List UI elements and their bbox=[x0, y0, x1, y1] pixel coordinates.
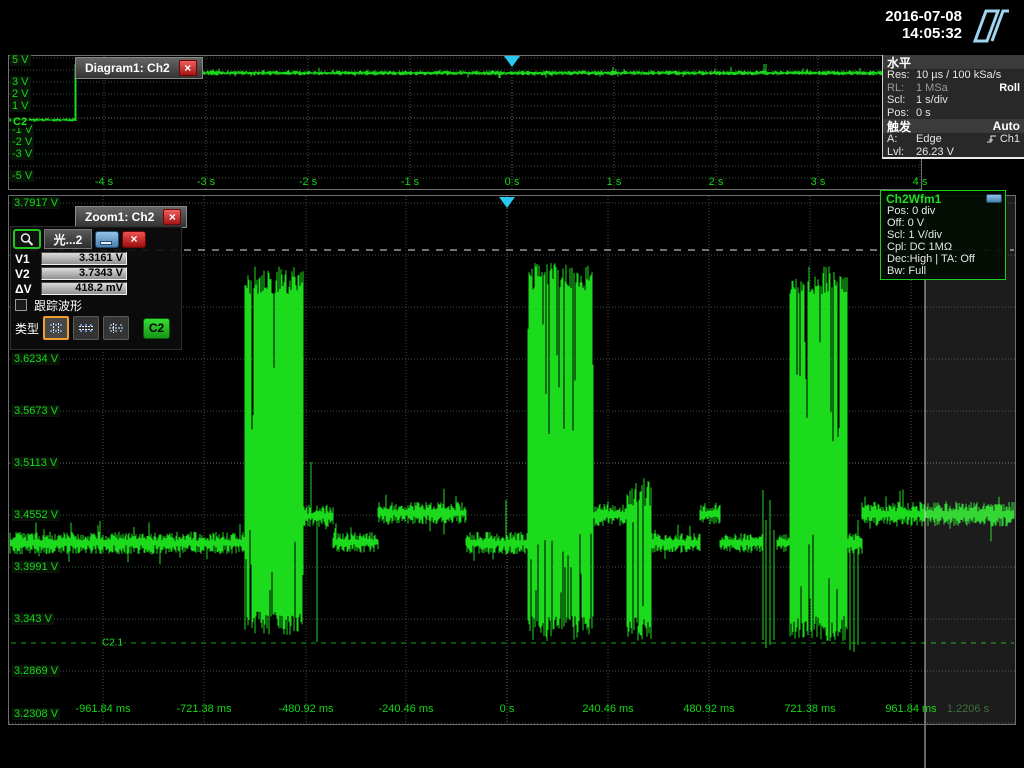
scale-row[interactable]: Scl: 1 s/div bbox=[883, 94, 1024, 107]
channel-badge-c2[interactable]: C2 bbox=[11, 116, 30, 128]
minimize-icon bbox=[100, 240, 112, 245]
trigger-title: 触发 bbox=[887, 119, 912, 134]
scl-value: 1 s/div bbox=[916, 94, 948, 107]
tab-zoom1[interactable]: Zoom1: Ch2 × bbox=[75, 206, 188, 228]
track-waveform-row: 跟踪波形 bbox=[11, 296, 181, 314]
horizontal-trigger-panel: 水平 Res: 10 µs / 100 kSa/s RL: 1 MSa Roll… bbox=[882, 55, 1024, 159]
cursor-type-screen-button[interactable] bbox=[43, 316, 70, 340]
oscilloscope-screen: 5 V3 V2 V1 V -1 V -2 V -3 V -5 V -4 s -3 s -2 s… bbox=[0, 0, 1024, 768]
v1-value-field[interactable]: 3.3161 V bbox=[41, 252, 127, 265]
wfm-row-dec: Dec:High | TA: Off bbox=[887, 253, 975, 265]
wfm-row-off: Off: 0 V bbox=[887, 217, 925, 229]
cursor-type-row: 类型 C2 bbox=[11, 314, 181, 342]
cursor-toolbox: 光...2 × V1 3.3161 V V2 3.7343 V ΔV 418.2… bbox=[10, 226, 182, 350]
diagram1-close-button[interactable]: × bbox=[178, 60, 197, 76]
resolution-row[interactable]: Res: 10 µs / 100 kSa/s bbox=[883, 69, 1024, 82]
cursor-source-channel-button[interactable]: C2 bbox=[143, 317, 171, 339]
wfm-row-bw: Bw: Full bbox=[887, 265, 927, 277]
tab-diagram1[interactable]: Diagram1: Ch2 × bbox=[75, 57, 203, 79]
ch2wfm1-panel[interactable]: Ch2Wfm1 Pos: 0 div Off: 0 V Scl: 1 V/div… bbox=[880, 190, 1006, 280]
roll-mode-badge: Roll bbox=[999, 81, 1020, 94]
diagram1-title: Diagram1: Ch2 bbox=[85, 61, 170, 75]
wfm-minimize-button[interactable] bbox=[986, 194, 1002, 203]
wfm-titlebar: Ch2Wfm1 bbox=[881, 191, 1005, 206]
rl-label: RL: bbox=[887, 81, 905, 94]
horizontal-title: 水平 bbox=[887, 55, 912, 70]
trigger-header[interactable]: 触发 Auto bbox=[883, 119, 1024, 134]
dv-label: ΔV bbox=[15, 281, 32, 296]
time-label: 14:05:32 bbox=[901, 25, 962, 42]
cursor-minimize-button[interactable] bbox=[95, 230, 119, 248]
trigger-a-row[interactable]: A: Edge Ch1 bbox=[883, 133, 1024, 146]
trigger-type: Edge bbox=[916, 133, 942, 146]
trigger-mode-badge: Auto bbox=[992, 119, 1020, 133]
v2-label: V2 bbox=[15, 266, 30, 281]
trigger-source: Ch1 bbox=[999, 133, 1020, 146]
cursor-type-both-button[interactable] bbox=[103, 316, 130, 340]
pos-value: 0 s bbox=[916, 106, 931, 119]
cursor-type-hline-button[interactable] bbox=[73, 316, 100, 340]
trigger-position-marker-top[interactable] bbox=[504, 56, 520, 67]
wfm-row-pos: Pos: 0 div bbox=[887, 205, 936, 217]
cursor-type-hline-icon bbox=[79, 324, 94, 332]
res-value: 10 µs / 100 kSa/s bbox=[916, 69, 1002, 82]
record-length-row[interactable]: RL: 1 MSa Roll bbox=[883, 82, 1024, 95]
acquisition-end-time: 1.2206 s bbox=[946, 703, 990, 715]
trigger-level-row[interactable]: Lvl: 26.23 V bbox=[883, 146, 1024, 159]
cursor-toolbox-titlebar: 光...2 × bbox=[11, 227, 181, 251]
cursor-tab[interactable]: 光...2 bbox=[44, 229, 92, 249]
v1-row: V1 3.3161 V bbox=[11, 251, 181, 266]
type-label: 类型 bbox=[15, 321, 40, 336]
date-label: 2016-07-08 bbox=[885, 8, 962, 25]
wfm-row-scl: Scl: 1 V/div bbox=[887, 229, 943, 241]
zoom-tool-button[interactable] bbox=[13, 229, 41, 249]
track-waveform-label: 跟踪波形 bbox=[34, 298, 83, 313]
v2-value-field[interactable]: 3.7343 V bbox=[41, 267, 127, 280]
zoom1-close-button[interactable]: × bbox=[163, 209, 182, 225]
track-waveform-checkbox[interactable] bbox=[15, 299, 27, 311]
waveform-ref-badge[interactable]: C2.1 bbox=[100, 637, 126, 649]
cursor-type-screen-icon bbox=[50, 323, 63, 333]
zoom1-title: Zoom1: Ch2 bbox=[85, 210, 155, 224]
trigger-position-marker-main[interactable] bbox=[499, 197, 515, 208]
horizontal-header[interactable]: 水平 bbox=[883, 55, 1024, 70]
wfm-row-cpl: Cpl: DC 1MΩ bbox=[887, 241, 953, 253]
magnifier-icon bbox=[20, 233, 34, 246]
cursor-type-both-icon bbox=[109, 323, 124, 333]
trigger-a-label: A: bbox=[887, 133, 898, 146]
dv-value-field[interactable]: 418.2 mV bbox=[41, 282, 127, 295]
v1-label: V1 bbox=[15, 251, 30, 266]
rl-value: 1 MSa bbox=[916, 81, 948, 94]
lvl-value: 26.23 V bbox=[916, 145, 954, 158]
lvl-label: Lvl: bbox=[887, 145, 905, 158]
scl-label: Scl: bbox=[887, 94, 906, 107]
res-label: Res: bbox=[887, 69, 910, 82]
rohde-schwarz-logo bbox=[972, 9, 1009, 43]
trigger-edge-icon bbox=[986, 135, 996, 143]
datetime-display: 2016-07-08 14:05:32 bbox=[885, 8, 962, 42]
cursor-close-button[interactable]: × bbox=[122, 230, 146, 248]
v2-row: V2 3.7343 V bbox=[11, 266, 181, 281]
wfm-title: Ch2Wfm1 bbox=[886, 191, 942, 206]
dv-row: ΔV 418.2 mV bbox=[11, 281, 181, 296]
